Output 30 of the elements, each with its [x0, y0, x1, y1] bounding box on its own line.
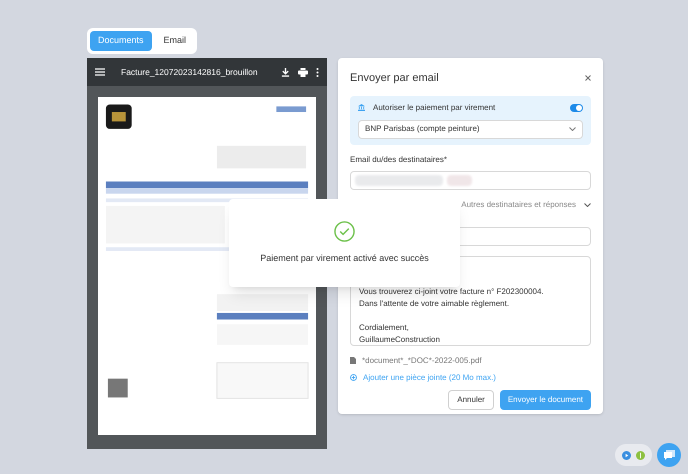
redacted-chip — [447, 174, 472, 186]
message-line: Vous trouverez ci-joint votre facture n° F202300004. — [359, 286, 545, 298]
add-circle-icon — [350, 374, 357, 381]
recipients-label: Email du/des destinataires* — [350, 154, 448, 166]
file-icon — [350, 357, 356, 364]
account-select[interactable]: BNP Parisbas (compte peinture) — [358, 120, 583, 138]
print-icon[interactable] — [298, 68, 308, 76]
chat-button[interactable] — [657, 443, 681, 467]
payment-label: Autoriser le paiement par virement — [373, 102, 496, 114]
message-line: Dans l'attente de votre aimable règlement. — [359, 298, 510, 310]
check-circle-icon — [334, 220, 355, 242]
document-title: Facture_12072023142816_brouillon — [121, 66, 259, 78]
menu-icon[interactable] — [95, 68, 105, 76]
attachment-name: *document*_*DOC*-2022-005.pdf — [362, 354, 482, 366]
chevron-down-icon — [569, 127, 576, 131]
message-line: Cordialement, — [359, 322, 410, 334]
close-icon[interactable] — [585, 75, 591, 82]
bank-icon — [358, 104, 365, 111]
recipients-field[interactable] — [350, 170, 591, 190]
play-icon[interactable] — [622, 450, 631, 460]
chat-icon — [664, 450, 674, 460]
more-recipients-link[interactable]: Autres destinataires et réponses — [461, 198, 576, 210]
download-icon[interactable] — [281, 68, 290, 76]
more-icon[interactable] — [316, 68, 319, 76]
message-line: GuillaumeConstruction — [359, 334, 441, 346]
cancel-button[interactable]: Annuler — [448, 390, 494, 410]
dialog-title: Envoyer par email — [350, 71, 439, 86]
payment-toggle[interactable] — [570, 104, 583, 112]
chevron-down-icon — [584, 202, 591, 206]
tab[interactable]: Email — [156, 31, 194, 51]
